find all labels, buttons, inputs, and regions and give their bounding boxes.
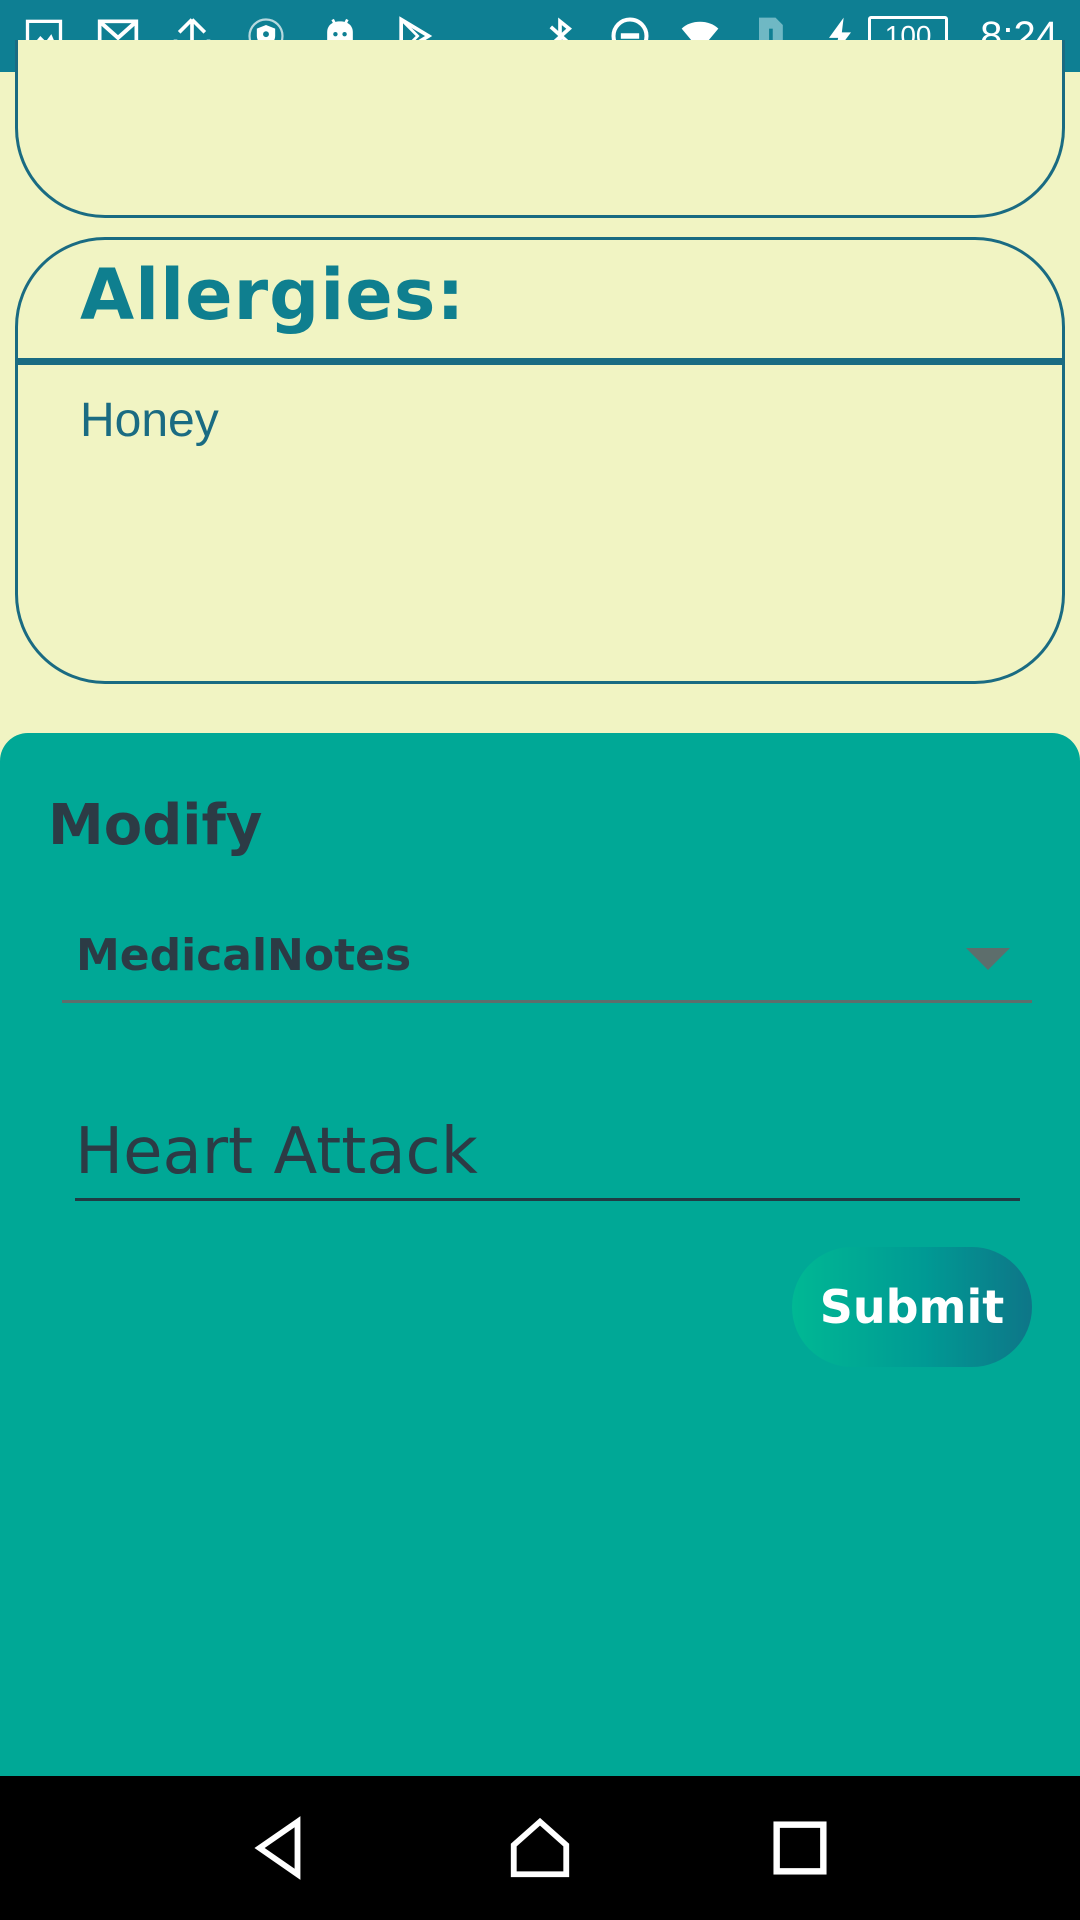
allergies-value: Honey bbox=[80, 394, 219, 447]
modify-title: Modify bbox=[48, 793, 263, 858]
card-divider bbox=[18, 358, 1062, 365]
submit-button[interactable]: Submit bbox=[792, 1247, 1032, 1367]
value-input[interactable] bbox=[75, 1105, 1020, 1201]
allergies-card: Allergies: Honey bbox=[15, 237, 1065, 684]
dropdown-selected-value: MedicalNotes bbox=[76, 930, 412, 981]
modify-panel: Modify MedicalNotes Submit bbox=[0, 733, 1080, 1776]
recents-icon[interactable] bbox=[755, 1803, 845, 1893]
home-icon[interactable] bbox=[495, 1803, 585, 1893]
navigation-bar bbox=[0, 1776, 1080, 1920]
back-icon[interactable] bbox=[235, 1803, 325, 1893]
field-dropdown[interactable]: MedicalNotes bbox=[62, 908, 1032, 1003]
chevron-down-icon bbox=[966, 948, 1010, 970]
previous-card bbox=[15, 40, 1065, 218]
allergies-title: Allergies: bbox=[80, 254, 466, 336]
